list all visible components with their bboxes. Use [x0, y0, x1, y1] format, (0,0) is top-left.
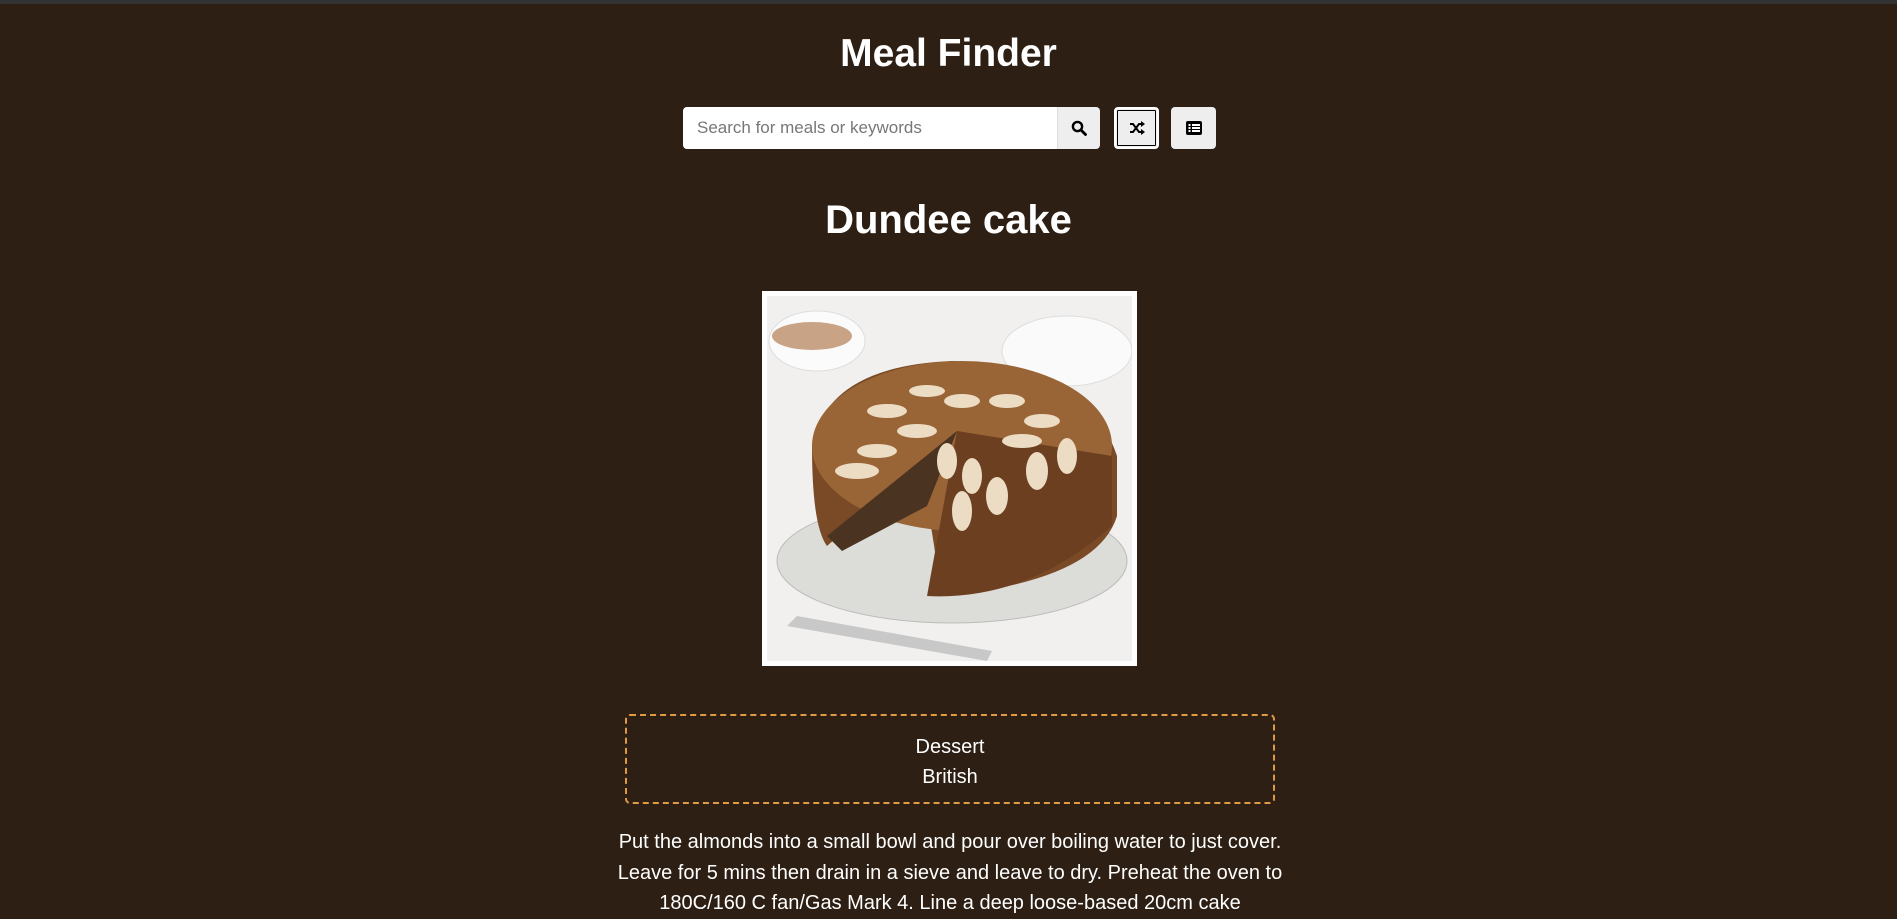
app-title: Meal Finder	[840, 32, 1057, 75]
meal-area: British	[922, 766, 978, 788]
meal-category: Dessert	[915, 736, 985, 758]
meal-image	[762, 291, 1137, 666]
list-icon	[1185, 121, 1202, 135]
meal-instructions: Put the almonds into a small bowl and po…	[617, 831, 1283, 914]
meal-tags: Dessert British	[625, 714, 1275, 804]
search-button[interactable]	[1057, 107, 1100, 149]
shuffle-icon	[1129, 121, 1145, 135]
list-meals-button[interactable]	[1171, 107, 1216, 149]
search-form	[683, 107, 1100, 149]
search-icon	[1071, 120, 1087, 136]
random-meal-button[interactable]	[1114, 107, 1159, 149]
search-input[interactable]	[683, 107, 1057, 149]
meal-title: Dundee cake	[825, 198, 1072, 242]
